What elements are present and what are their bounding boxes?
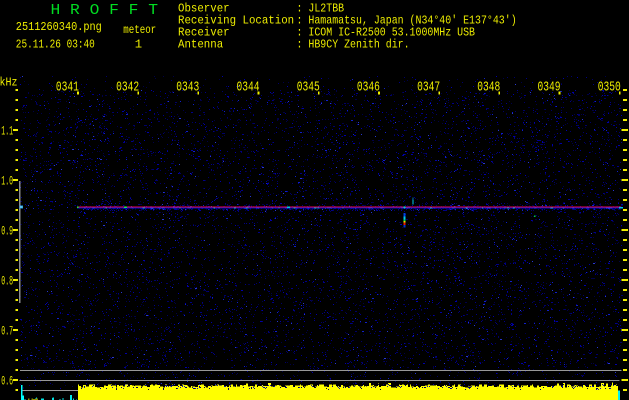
svg-text:kHz: kHz [0, 75, 18, 89]
svg-text:1.0: 1.0 [1, 174, 13, 189]
svg-text:H R O F F T: H R O F F T [51, 3, 159, 19]
svg-text:0.8: 0.8 [1, 274, 13, 289]
svg-text:25.11.26 03:40: 25.11.26 03:40 [16, 37, 95, 51]
svg-text:0345: 0345 [297, 80, 320, 95]
svg-text:1.1: 1.1 [1, 124, 13, 139]
svg-text:0.9: 0.9 [1, 224, 13, 239]
svg-text:2511260340.png: 2511260340.png [16, 20, 102, 34]
svg-text:1: 1 [135, 37, 142, 51]
svg-text:0348: 0348 [477, 80, 500, 95]
svg-text:0341: 0341 [56, 80, 79, 95]
svg-text:Antenna: Antenna [178, 37, 223, 51]
svg-text:: HB9CY Zenith dir.: : HB9CY Zenith dir. [297, 37, 410, 51]
svg-text:0.6: 0.6 [1, 374, 13, 389]
svg-text:0349: 0349 [538, 80, 561, 95]
svg-text:0347: 0347 [417, 80, 440, 95]
svg-text:0342: 0342 [116, 80, 139, 95]
svg-text:0350: 0350 [598, 80, 621, 95]
svg-text:meteor: meteor [123, 23, 156, 37]
svg-text:0343: 0343 [176, 80, 199, 95]
svg-text:0344: 0344 [237, 80, 260, 95]
svg-text:0.7: 0.7 [1, 324, 13, 339]
svg-text:0346: 0346 [357, 80, 380, 95]
